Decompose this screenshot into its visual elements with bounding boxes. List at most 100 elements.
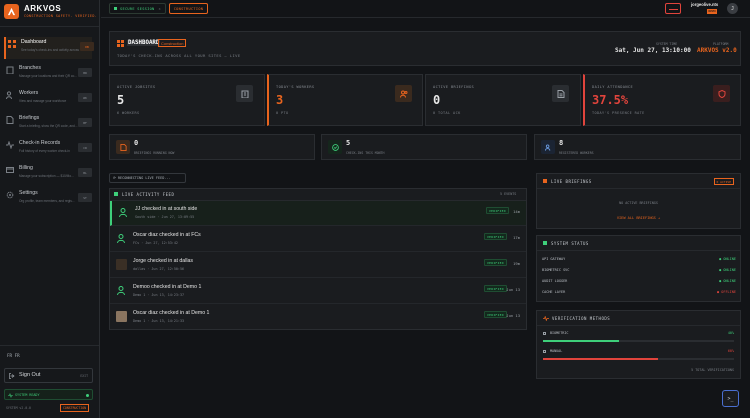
- status-row: CACHE LAYER ● OFFLINE: [542, 290, 736, 299]
- verified-badge: VERIFIED: [484, 285, 507, 292]
- mini-stat-checkins[interactable]: 5 CHECK-INS THIS MONTH: [321, 134, 527, 160]
- gear-icon: [6, 191, 14, 199]
- card-icon: [6, 167, 14, 173]
- dashboard-icon: [117, 40, 124, 47]
- language-toggle[interactable]: FR FR: [7, 353, 20, 358]
- feed-item-time: 19m: [513, 261, 520, 266]
- role-badge: OWNER: [707, 9, 717, 14]
- stat-label: DAILY ATTENDANCE: [592, 85, 634, 89]
- sidebar-item-desc: Org profile, team members, and regis...: [19, 199, 75, 203]
- stat-value: 3: [276, 93, 284, 107]
- sidebar-item-settings[interactable]: Settings Org profile, team members, and …: [4, 188, 92, 210]
- status-dot: [86, 393, 89, 397]
- terminal-button[interactable]: >_: [722, 390, 739, 407]
- shortcut-badge: CR: [78, 143, 92, 152]
- sidebar-item-workers[interactable]: Workers View and manage your workforce W…: [4, 88, 92, 110]
- logo-icon: [4, 4, 19, 19]
- stat-value: 5: [117, 93, 125, 107]
- page-subtitle: TODAY'S CHECK-INS ACROSS ALL YOUR SITES …: [117, 53, 241, 58]
- verification-methods-panel: VERIFICATION METHODS BIOMETRIC 40% MANUA…: [536, 310, 741, 379]
- secure-session-label: SECURE SESSION: [120, 6, 155, 11]
- feed-item[interactable]: JJ checked in at south side South side ·…: [110, 201, 526, 226]
- feed-item[interactable]: Oscar diaz checked in at Demo 1 Demo 1 ·…: [110, 305, 526, 330]
- building-icon: [236, 85, 253, 102]
- stat-active-jobsites[interactable]: ACTIVE JOBSITES 5 6 WORKERS: [109, 74, 265, 126]
- reconnecting-button[interactable]: ⟳ RECONNECTING LIVE FEED...: [109, 173, 186, 183]
- feed-item-title: Oscar diaz checked in at Demo 1: [133, 310, 210, 316]
- sign-out-key: EXIT: [80, 373, 88, 378]
- sidebar-item-checkin-records[interactable]: Check-in Records Full history of every w…: [4, 138, 92, 160]
- stat-sub: 0 TOTAL ACK: [433, 111, 461, 115]
- status-row: API GATEWAY ● ONLINE: [542, 257, 736, 266]
- method-bar-track: [543, 358, 734, 360]
- sidebar-item-briefings[interactable]: Briefings Start a briefing, show the QR …: [4, 113, 92, 135]
- live-indicator: [114, 192, 118, 196]
- system-status-title: SYSTEM STATUS: [551, 241, 589, 246]
- refresh-icon: ⟳: [113, 176, 116, 180]
- industry-badge: Construction: [158, 39, 187, 47]
- mode-chip[interactable]: CONSTRUCTION: [169, 3, 208, 14]
- users-icon: [541, 140, 555, 154]
- version-label: SYSTEM v2.0.0: [6, 406, 31, 410]
- service-name: API GATEWAY: [542, 257, 566, 261]
- verified-badge: VERIFIED: [484, 233, 507, 240]
- stat-daily-attendance[interactable]: DAILY ATTENDANCE 37.5% TODAY'S PRESENCE …: [583, 74, 741, 126]
- close-icon[interactable]: ×: [159, 7, 161, 11]
- method-percent: 60%: [727, 349, 734, 353]
- mini-stat-value: 5: [346, 139, 351, 147]
- stat-sub: TODAY'S PRESENCE RATE: [592, 111, 645, 115]
- feed-item[interactable]: Oscar diaz checked in at FCs FCs · Jun 2…: [110, 227, 526, 252]
- stat-todays-workers[interactable]: TODAY'S WORKERS 3 0 PTO: [267, 74, 423, 126]
- users-icon: [395, 85, 412, 102]
- reconnecting-label: RECONNECTING LIVE FEED...: [117, 176, 171, 180]
- verification-total: 5 TOTAL VERIFICATIONS: [691, 368, 734, 372]
- sidebar-item-branches[interactable]: Branches Manage your locations and their…: [4, 63, 92, 85]
- dashboard-header: DASHBOARD Construction TODAY'S CHECK-INS…: [109, 31, 741, 66]
- sidebar-item-desc: Manage your subscription — $10/Mo...: [19, 174, 74, 178]
- sidebar-item-billing[interactable]: Billing Manage your subscription — $10/M…: [4, 163, 92, 185]
- sidebar-item-label: Workers: [19, 90, 39, 96]
- briefings-status-badge: 0 ACTIVE: [713, 178, 734, 185]
- mini-stat-value: 0: [134, 139, 139, 147]
- status-row: BIOMETRIC SVC ● ONLINE: [542, 268, 736, 277]
- mini-stat-briefings[interactable]: 0 BRIEFINGS RUNNING NOW: [109, 134, 315, 160]
- avatar[interactable]: J: [727, 3, 738, 14]
- mini-stat-label: BRIEFINGS RUNNING NOW: [134, 151, 175, 155]
- feed-item-meta: South side · Jun 27, 13:09:55: [135, 215, 195, 219]
- live-briefings-panel: LIVE BRIEFINGS 0 ACTIVE NO ACTIVE BRIEFI…: [536, 173, 741, 229]
- verified-badge: VERIFIED: [484, 259, 507, 266]
- alert-icon: [669, 8, 678, 10]
- stat-label: ACTIVE BRIEFINGS: [433, 85, 475, 89]
- sidebar-item-label: Billing: [19, 165, 33, 171]
- stat-active-briefings[interactable]: ACTIVE BRIEFINGS 0 0 TOTAL ACK: [425, 74, 581, 126]
- status-icon: [8, 393, 13, 398]
- page-title: DASHBOARD: [127, 40, 161, 46]
- notification-button[interactable]: [665, 3, 681, 14]
- system-time: Sat, Jun 27, 13:10:00: [615, 47, 691, 54]
- avatar: [116, 259, 127, 270]
- briefings-title: LIVE BRIEFINGS: [551, 179, 592, 184]
- view-all-briefings-link[interactable]: VIEW ALL BRIEFINGS →: [537, 216, 740, 220]
- feed-item[interactable]: Demoo checked in at Demo 1 Demo 1 · Jun …: [110, 279, 526, 304]
- mini-stat-label: CHECK-INS THIS MONTH: [346, 151, 385, 155]
- user-icon: [119, 208, 127, 218]
- user-icon: [117, 286, 125, 296]
- feed-item-meta: Demo 1 · Jun 13, 14:23:37: [133, 293, 185, 297]
- feed-item-title: Jorge checked in at dallas: [133, 258, 193, 264]
- grid-icon: [8, 40, 16, 48]
- mini-stat-workers[interactable]: 8 REGISTERED WORKERS: [534, 134, 741, 160]
- sign-out-button[interactable]: Sign Out EXIT: [4, 368, 93, 383]
- biometric-bar: [543, 340, 620, 342]
- shortcut-badge: BL: [78, 168, 92, 177]
- feed-item-meta: Demo 1 · Jun 13, 14:21:33: [133, 319, 185, 323]
- shortcut-badge: ST: [78, 193, 92, 202]
- stat-label: ACTIVE JOBSITES: [117, 85, 156, 89]
- username[interactable]: jorgeolive.nts: [691, 2, 718, 7]
- method-percent: 40%: [727, 331, 734, 335]
- sidebar-item-label: Check-in Records: [19, 140, 61, 146]
- feed-item[interactable]: Jorge checked in at dallas dallas · Jun …: [110, 253, 526, 278]
- method-bar-track: [543, 340, 734, 342]
- service-status: ● ONLINE: [719, 257, 736, 261]
- sidebar-item-dashboard[interactable]: Dashboard See today's check-ins and acti…: [4, 37, 94, 59]
- pulse-icon: [6, 141, 14, 149]
